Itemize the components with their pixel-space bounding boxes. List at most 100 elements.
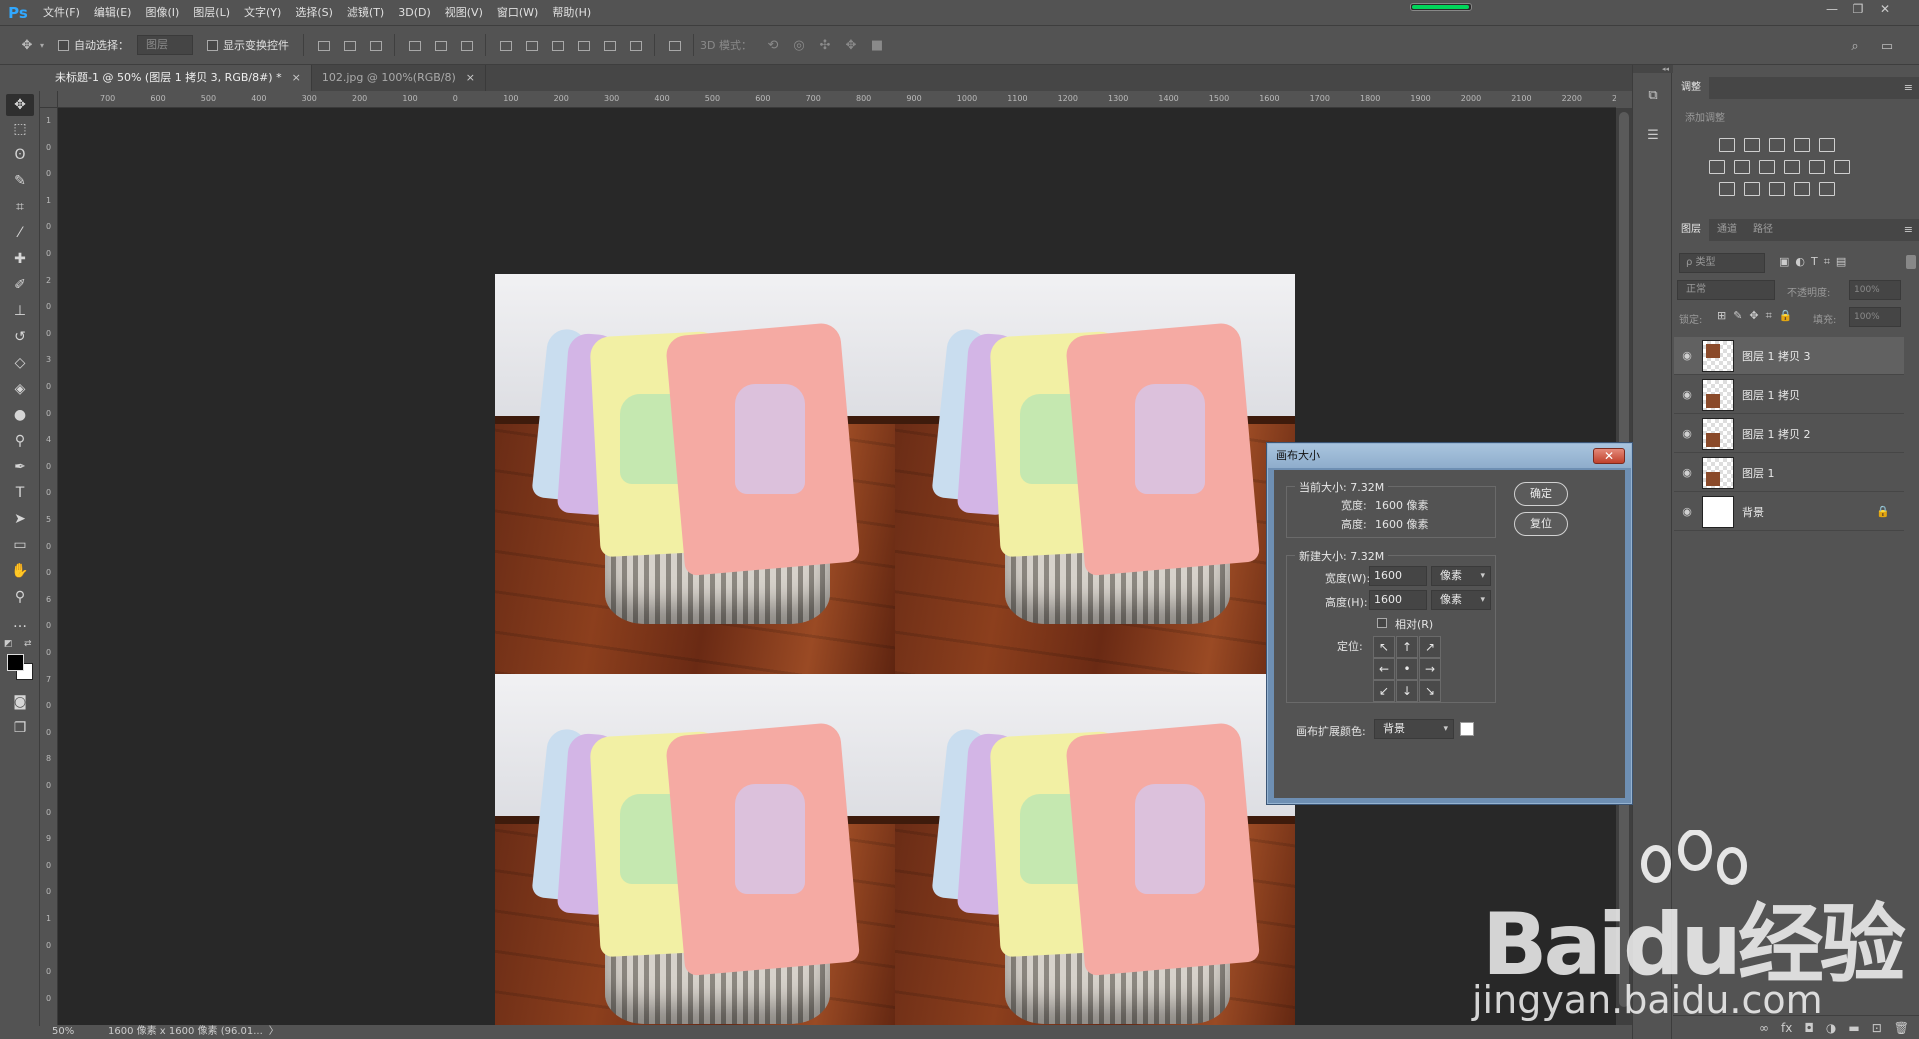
tab-untitled-1[interactable]: 未标题-1 @ 50% (图层 1 拷贝 3, RGB/8#) * × bbox=[45, 65, 312, 91]
align-right-icon[interactable] bbox=[459, 39, 474, 51]
ok-button[interactable]: 确定 bbox=[1514, 482, 1568, 506]
opacity-input[interactable]: 100% bbox=[1849, 280, 1901, 300]
selective-color-adjustment-icon[interactable] bbox=[1819, 182, 1835, 196]
distribute-bottom-icon[interactable] bbox=[550, 39, 565, 51]
move-tool-icon[interactable]: ✥ bbox=[6, 94, 34, 116]
auto-select-dropdown[interactable]: 图层 bbox=[137, 35, 194, 55]
search-icon[interactable]: ⌕ bbox=[1842, 35, 1868, 57]
color-balance-adjustment-icon[interactable] bbox=[1734, 160, 1750, 174]
layer-thumbnail[interactable] bbox=[1702, 339, 1734, 372]
anchor-cell[interactable]: → bbox=[1419, 658, 1441, 680]
minimize-icon[interactable]: — bbox=[1819, 0, 1845, 18]
panel-menu-icon[interactable]: ≡ bbox=[1904, 219, 1913, 241]
zoom-tool-icon[interactable]: ⚲ bbox=[6, 586, 34, 608]
anchor-cell[interactable]: ↑ bbox=[1396, 636, 1418, 658]
menu-image[interactable]: 图像(I) bbox=[138, 0, 186, 25]
zoom-level[interactable]: 50% bbox=[40, 1025, 88, 1039]
eye-icon[interactable]: ◉ bbox=[1674, 427, 1700, 440]
menu-3d[interactable]: 3D(D) bbox=[391, 0, 438, 25]
new-layer-icon[interactable]: ⊡ bbox=[1872, 1021, 1882, 1035]
levels-adjustment-icon[interactable] bbox=[1744, 138, 1760, 152]
blur-tool-icon[interactable]: ● bbox=[6, 404, 34, 426]
threshold-adjustment-icon[interactable] bbox=[1769, 182, 1785, 196]
history-panel-icon[interactable]: ⧉ bbox=[1643, 88, 1663, 108]
exposure-adjustment-icon[interactable] bbox=[1794, 138, 1810, 152]
3d-rotate-icon[interactable]: ⟲ bbox=[760, 34, 786, 56]
layer-filter-dropdown[interactable]: ρ 类型 bbox=[1679, 253, 1765, 273]
hand-tool-icon[interactable]: ✋ bbox=[6, 560, 34, 582]
gradient-map-adjustment-icon[interactable] bbox=[1794, 182, 1810, 196]
anchor-cell[interactable]: • bbox=[1396, 658, 1418, 680]
anchor-cell[interactable]: ↗ bbox=[1419, 636, 1441, 658]
menu-layer[interactable]: 图层(L) bbox=[186, 0, 237, 25]
align-top-icon[interactable] bbox=[316, 39, 331, 51]
fill-input[interactable]: 100% bbox=[1849, 307, 1901, 327]
brightness-adjustment-icon[interactable] bbox=[1719, 138, 1735, 152]
dodge-tool-icon[interactable]: ⚲ bbox=[6, 430, 34, 452]
tab-102-jpg[interactable]: 102.jpg @ 100%(RGB/8) × bbox=[312, 65, 487, 91]
layer-row[interactable]: ◉ 图层 1 拷贝 bbox=[1674, 376, 1904, 414]
3d-drag-icon[interactable]: ✣ bbox=[812, 34, 838, 56]
clone-stamp-tool-icon[interactable]: ⊥ bbox=[6, 300, 34, 322]
paint-bucket-tool-icon[interactable]: ◈ bbox=[6, 378, 34, 400]
layer-row[interactable]: ◉ 背景 🔒 bbox=[1674, 493, 1904, 531]
relative-checkbox[interactable] bbox=[1377, 618, 1387, 628]
3d-roll-icon[interactable]: ◎ bbox=[786, 34, 812, 56]
blend-mode-dropdown[interactable]: 正常 bbox=[1677, 280, 1775, 300]
width-input[interactable]: 1600 bbox=[1369, 566, 1427, 586]
lookup-adjustment-icon[interactable] bbox=[1834, 160, 1850, 174]
posterize-adjustment-icon[interactable] bbox=[1744, 182, 1760, 196]
height-unit-select[interactable]: 像素 ▾ bbox=[1431, 590, 1491, 610]
close-icon[interactable]: ✕ bbox=[1872, 0, 1898, 18]
chevron-down-icon[interactable]: ▾ bbox=[40, 41, 44, 50]
marquee-tool-icon[interactable]: ⬚ bbox=[6, 118, 34, 140]
reset-button[interactable]: 复位 bbox=[1514, 512, 1568, 536]
foreground-color-swatch[interactable] bbox=[7, 654, 24, 671]
screen-mode-icon[interactable]: ❐ bbox=[6, 717, 34, 739]
workspace-icon[interactable]: ▭ bbox=[1874, 35, 1900, 57]
hue-adjustment-icon[interactable] bbox=[1709, 160, 1725, 174]
properties-panel-icon[interactable]: ☰ bbox=[1643, 128, 1663, 148]
rectangle-tool-icon[interactable]: ▭ bbox=[6, 534, 34, 556]
channel-mixer-adjustment-icon[interactable] bbox=[1809, 160, 1825, 174]
layer-thumbnail[interactable] bbox=[1702, 495, 1734, 528]
vibrance-adjustment-icon[interactable] bbox=[1819, 138, 1835, 152]
photo-filter-adjustment-icon[interactable] bbox=[1784, 160, 1800, 174]
crop-tool-icon[interactable]: ⌗ bbox=[6, 196, 34, 218]
panel-menu-icon[interactable]: ≡ bbox=[1904, 77, 1913, 99]
anchor-cell[interactable]: ← bbox=[1373, 658, 1395, 680]
extension-color-select[interactable]: 背景 ▾ bbox=[1374, 719, 1454, 739]
tab-layers[interactable]: 图层 bbox=[1673, 219, 1709, 241]
show-transform-checkbox[interactable] bbox=[207, 39, 219, 51]
status-arrow-icon[interactable]: 〉 bbox=[269, 1025, 279, 1039]
tab-channels[interactable]: 通道 bbox=[1709, 219, 1745, 241]
tab-paths[interactable]: 路径 bbox=[1745, 219, 1781, 241]
3d-slide-icon[interactable]: ✥ bbox=[838, 34, 864, 56]
distribute-right-icon[interactable] bbox=[628, 39, 643, 51]
distribute-top-icon[interactable] bbox=[498, 39, 513, 51]
anchor-cell[interactable]: ↘ bbox=[1419, 680, 1441, 702]
anchor-cell[interactable]: ↖ bbox=[1373, 636, 1395, 658]
eraser-tool-icon[interactable]: ◇ bbox=[6, 352, 34, 374]
auto-align-icon[interactable] bbox=[667, 39, 682, 51]
layer-row[interactable]: ◉ 图层 1 拷贝 3 bbox=[1674, 337, 1904, 375]
height-input[interactable]: 1600 bbox=[1369, 590, 1427, 610]
pen-tool-icon[interactable]: ✒ bbox=[6, 456, 34, 478]
layer-thumbnail[interactable] bbox=[1702, 456, 1734, 489]
menu-type[interactable]: 文字(Y) bbox=[237, 0, 288, 25]
menu-filter[interactable]: 滤镜(T) bbox=[340, 0, 391, 25]
layer-thumbnail[interactable] bbox=[1702, 378, 1734, 411]
restore-icon[interactable]: ❐ bbox=[1845, 0, 1871, 18]
eyedropper-tool-icon[interactable]: ⁄ bbox=[6, 222, 34, 244]
filter-toggle[interactable] bbox=[1906, 255, 1916, 269]
delete-layer-icon[interactable]: 🗑 bbox=[1894, 1021, 1909, 1035]
eye-icon[interactable]: ◉ bbox=[1674, 388, 1700, 401]
close-tab-icon[interactable]: × bbox=[292, 71, 301, 84]
anchor-cell[interactable]: ↓ bbox=[1396, 680, 1418, 702]
quick-mask-icon[interactable]: ◙ bbox=[6, 691, 34, 713]
default-colors-icon[interactable]: ◩ bbox=[4, 639, 13, 649]
align-hcenter-icon[interactable] bbox=[433, 39, 448, 51]
distribute-hcenter-icon[interactable] bbox=[602, 39, 617, 51]
menu-window[interactable]: 窗口(W) bbox=[490, 0, 545, 25]
path-select-tool-icon[interactable]: ➤ bbox=[6, 508, 34, 530]
